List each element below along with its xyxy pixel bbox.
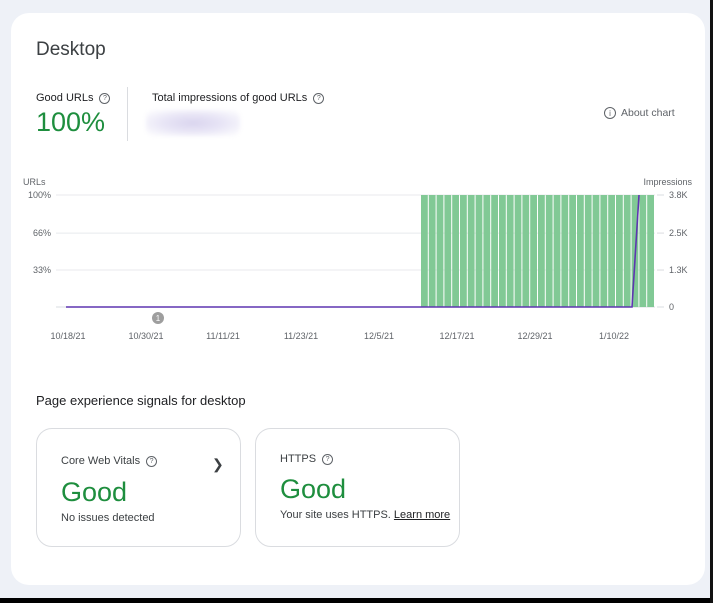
core-web-vitals-description: No issues detected — [61, 512, 155, 524]
y-right-tick-label: 0 — [669, 302, 674, 312]
bar — [639, 195, 647, 307]
https-name-row: HTTPS ? — [280, 453, 334, 465]
bar — [467, 195, 475, 307]
bar — [600, 195, 608, 307]
x-tick-label: 10/18/21 — [50, 331, 85, 341]
y-left-axis-title: URLs — [23, 177, 46, 187]
bar — [436, 195, 444, 307]
x-tick-label: 12/17/21 — [439, 331, 474, 341]
bar — [561, 195, 569, 307]
core-web-vitals-name: Core Web Vitals — [61, 455, 141, 467]
chart-axis-labels: 100% 66% 33% 3.8K 2.5K 1.3K 0 URLs Impressions 10… — [23, 177, 693, 341]
https-description-row: Your site uses HTTPS. Learn more — [280, 509, 450, 521]
y-right-tick-label: 1.3K — [669, 265, 688, 275]
core-web-vitals-card[interactable]: Core Web Vitals ? ❯ Good No issues detec… — [36, 428, 241, 547]
bar — [444, 195, 452, 307]
bar — [647, 195, 654, 307]
x-tick-label: 1/10/22 — [599, 331, 629, 341]
bar — [428, 195, 436, 307]
window-bottom-edge — [0, 598, 713, 603]
x-tick-label: 12/5/21 — [364, 331, 394, 341]
bar — [421, 195, 428, 307]
bar — [452, 195, 459, 307]
bar — [514, 195, 522, 307]
bar — [491, 195, 498, 307]
bar — [522, 195, 530, 307]
https-card: HTTPS ? Good Your site uses HTTPS. Learn… — [255, 428, 460, 547]
core-web-vitals-status: Good — [61, 477, 128, 507]
https-description: Your site uses HTTPS. — [280, 509, 391, 521]
bar — [499, 195, 506, 307]
help-icon[interactable]: ? — [146, 455, 158, 467]
y-left-tick-label: 66% — [33, 228, 51, 238]
x-tick-label: 10/30/21 — [128, 331, 163, 341]
bar — [538, 195, 545, 307]
chevron-right-icon[interactable]: ❯ — [212, 456, 224, 473]
signals-section-title: Page experience signals for desktop — [36, 393, 246, 408]
bar — [592, 195, 600, 307]
impressions-line — [66, 194, 640, 308]
y-right-tick-label: 3.8K — [669, 190, 688, 200]
annotation-marker-label: 1 — [156, 314, 161, 323]
bar — [506, 195, 514, 307]
core-web-vitals-name-row: Core Web Vitals ? — [61, 455, 158, 467]
bar — [553, 195, 561, 307]
y-right-axis-title: Impressions — [643, 177, 692, 187]
https-status: Good — [280, 474, 347, 504]
bar — [616, 195, 623, 307]
bar — [460, 195, 467, 307]
help-icon[interactable]: ? — [322, 453, 334, 465]
https-name: HTTPS — [280, 453, 317, 465]
y-left-tick-label: 33% — [33, 265, 51, 275]
bar — [584, 195, 592, 307]
learn-more-link[interactable]: Learn more — [394, 509, 450, 521]
chart-bars — [421, 195, 654, 307]
bar — [608, 195, 615, 307]
bar — [545, 195, 553, 307]
bar — [577, 195, 584, 307]
y-left-tick-label: 100% — [28, 190, 51, 200]
y-right-tick-label: 2.5K — [669, 228, 688, 238]
urls-impressions-chart: 100% 66% 33% 3.8K 2.5K 1.3K 0 URLs Impressions 10… — [23, 177, 693, 341]
bar — [623, 195, 631, 307]
x-tick-label: 12/29/21 — [517, 331, 552, 341]
x-tick-label: 11/23/21 — [284, 331, 318, 341]
bar — [475, 195, 483, 307]
bar — [530, 195, 537, 307]
bar — [483, 195, 491, 307]
chart-line — [66, 194, 640, 308]
bar — [569, 195, 576, 307]
x-tick-label: 11/11/21 — [206, 331, 240, 341]
